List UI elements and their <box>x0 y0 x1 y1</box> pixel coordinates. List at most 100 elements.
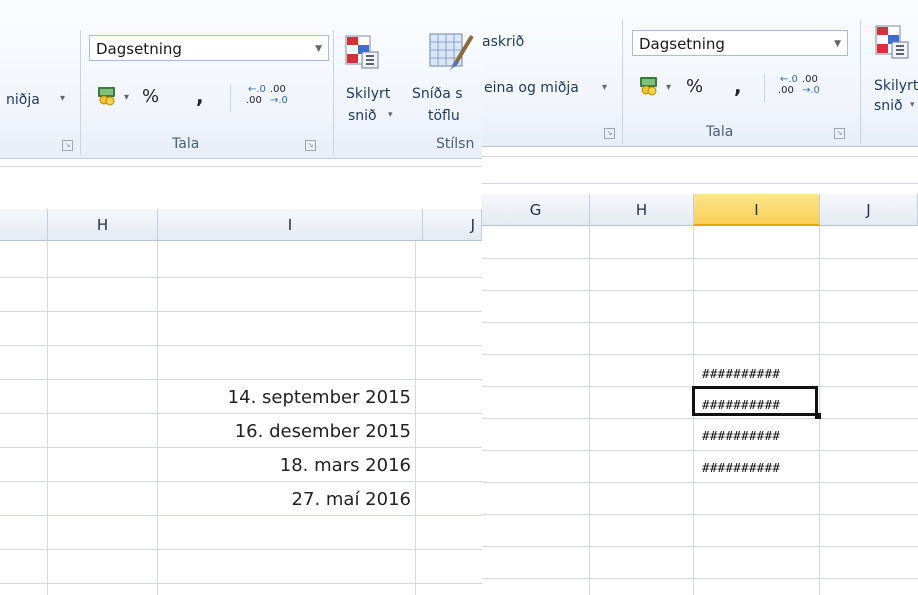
conditional-format-icon[interactable] <box>874 24 910 60</box>
formula-gap <box>0 159 482 189</box>
chevron-down-icon[interactable]: ▾ <box>602 82 607 93</box>
grid-vline <box>589 226 590 595</box>
ribbon <box>482 0 918 146</box>
percent-button[interactable]: % <box>142 86 159 107</box>
decrease-decimal-label: .00 <box>802 74 818 85</box>
ribbon <box>0 0 482 158</box>
dialog-launcher-icon[interactable]: ↘ <box>834 128 845 139</box>
format-table-label-1[interactable]: Sníða s <box>412 86 463 102</box>
separator <box>230 84 231 112</box>
grid-hline <box>482 290 918 291</box>
conditional-format-label-1[interactable]: Skilyrt <box>346 86 390 102</box>
column-header-j[interactable]: J <box>423 209 482 241</box>
wrap-text-label[interactable]: askrið <box>482 34 524 50</box>
column-header-h[interactable]: H <box>48 209 158 241</box>
grid-vline <box>47 241 48 595</box>
group-separator <box>622 20 623 144</box>
date-cell[interactable]: 27. maí 2016 <box>292 489 411 510</box>
chevron-down-icon: ▼ <box>834 39 841 49</box>
overflow-cell-active[interactable]: ########## <box>702 397 780 412</box>
worksheet-grid[interactable]: H I J 14. september 2015 16. desember 20… <box>0 209 482 595</box>
chevron-down-icon: ▾ <box>388 110 393 120</box>
grid-hline <box>0 549 482 550</box>
comma-button[interactable]: , <box>734 74 742 98</box>
styles-group-label: Stílsn <box>436 136 475 152</box>
dialog-launcher-icon[interactable]: ↘ <box>604 128 615 139</box>
conditional-format-label-1[interactable]: Skilyrt <box>874 78 918 94</box>
percent-button[interactable]: % <box>686 76 703 97</box>
worksheet-grid[interactable]: G H I J ########## ########## ##########… <box>482 194 918 595</box>
chevron-down-icon[interactable]: ▾ <box>666 82 671 93</box>
merge-center-label[interactable]: eina og miðja <box>484 80 579 96</box>
number-group-label: Tala <box>172 136 200 152</box>
grid-hline <box>482 514 918 515</box>
conditional-format-label-2[interactable]: snið <box>348 108 377 124</box>
right-screenshot: askrið eina og miðja ▾ ↘ Dagsetning ▼ ▾ … <box>482 0 918 595</box>
column-header-j[interactable]: J <box>820 194 918 226</box>
separator <box>764 74 765 102</box>
grid-hline <box>0 583 482 584</box>
date-cell[interactable]: 16. desember 2015 <box>235 421 411 442</box>
ribbon-border <box>482 146 918 147</box>
column-header-i[interactable]: I <box>694 194 820 226</box>
decrease-decimal-label: .00 <box>270 84 286 95</box>
grid-hline <box>0 379 482 380</box>
column-header-blank[interactable] <box>0 209 48 241</box>
merge-center-label[interactable]: niðja <box>6 92 40 108</box>
grid-hline <box>482 450 918 451</box>
grid-hline <box>482 546 918 547</box>
decrease-decimal-button[interactable]: .00 →.0 <box>268 84 294 110</box>
dialog-launcher-icon[interactable]: ↘ <box>62 140 73 151</box>
overflow-cell[interactable]: ########## <box>702 366 780 381</box>
increase-decimal-label: .00 <box>778 85 794 96</box>
comma-button[interactable]: , <box>196 84 204 108</box>
chevron-down-icon: ▼ <box>315 44 322 54</box>
fill-handle[interactable] <box>815 413 821 419</box>
grid-vline <box>415 241 416 595</box>
grid-hline <box>0 413 482 414</box>
chevron-down-icon[interactable]: ▾ <box>60 93 65 104</box>
gap-line <box>482 183 918 184</box>
gap-line <box>482 156 918 157</box>
grid-hline <box>0 515 482 516</box>
number-format-value: Dagsetning <box>639 35 725 53</box>
format-table-label-2[interactable]: töflu <box>428 108 460 124</box>
format-table-icon[interactable] <box>428 30 474 72</box>
grid-hline <box>482 578 918 579</box>
gap-line <box>0 166 482 167</box>
grid-hline <box>482 482 918 483</box>
grid-vline <box>157 241 158 595</box>
decrease-decimal-button[interactable]: .00 →.0 <box>800 74 826 100</box>
conditional-format-icon[interactable] <box>344 34 380 70</box>
dialog-launcher-icon[interactable]: ↘ <box>305 140 316 151</box>
grid-hline <box>0 311 482 312</box>
grid-vline <box>819 226 820 595</box>
number-format-dropdown[interactable]: Dagsetning ▼ <box>89 35 329 61</box>
date-cell[interactable]: 18. mars 2016 <box>280 455 411 476</box>
grid-hline <box>0 277 482 278</box>
column-header-g[interactable]: G <box>482 194 590 226</box>
date-cell[interactable]: 14. september 2015 <box>228 387 411 408</box>
number-group-label: Tala <box>706 124 734 140</box>
column-header-i[interactable]: I <box>158 209 423 241</box>
grid-hline <box>482 258 918 259</box>
grid-hline <box>0 345 482 346</box>
conditional-format-label-2[interactable]: snið <box>874 98 903 114</box>
grid-hline <box>482 322 918 323</box>
grid-hline <box>0 481 482 482</box>
increase-decimal-button[interactable]: ←.0 .00 <box>240 84 266 110</box>
left-screenshot: niðja ▾ ↘ Dagsetning ▼ ▾ % , ←.0 .00 .00… <box>0 0 482 595</box>
increase-decimal-button[interactable]: ←.0 .00 <box>772 74 798 100</box>
group-separator <box>80 30 81 155</box>
grid-hline <box>482 418 918 419</box>
currency-icon[interactable] <box>96 84 118 106</box>
chevron-down-icon[interactable]: ▾ <box>124 92 129 103</box>
group-separator <box>860 20 861 144</box>
column-header-h[interactable]: H <box>590 194 694 226</box>
number-format-value: Dagsetning <box>96 40 182 58</box>
chevron-down-icon: ▾ <box>910 100 915 110</box>
currency-icon[interactable] <box>638 74 660 96</box>
number-format-dropdown[interactable]: Dagsetning ▼ <box>632 30 848 56</box>
overflow-cell[interactable]: ########## <box>702 460 780 475</box>
overflow-cell[interactable]: ########## <box>702 428 780 443</box>
